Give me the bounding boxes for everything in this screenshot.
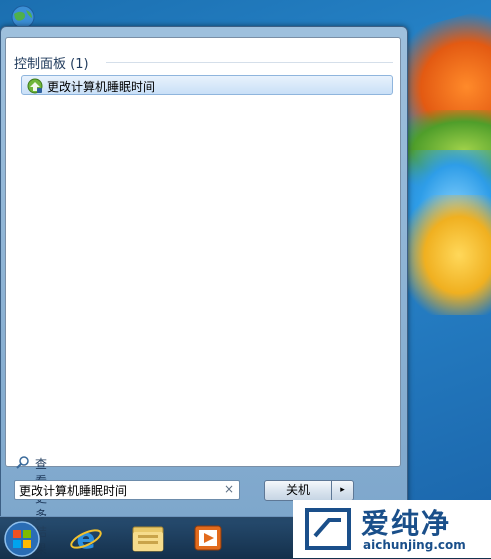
brand-logo-icon <box>305 508 351 550</box>
svg-text:e: e <box>77 522 96 555</box>
search-results-pane: 控制面板 (1) 更改计算机睡眠时间 查看更多结果 <box>5 37 401 556</box>
clear-search-icon[interactable]: × <box>224 482 234 496</box>
shutdown-options-button[interactable]: ▸ <box>332 480 354 501</box>
brand-name: 爱纯净 <box>361 507 452 540</box>
start-menu: 控制面板 (1) 更改计算机睡眠时间 查看更多结果 × 关机 ▸ <box>0 26 408 556</box>
control-panel-group-header[interactable]: 控制面板 (1) <box>14 53 89 72</box>
brand-url: aichunjing.com <box>363 538 466 552</box>
shutdown-button[interactable]: 关机 <box>264 480 332 501</box>
file-explorer-icon[interactable] <box>130 521 166 555</box>
result-item-change-sleep-time[interactable]: 更改计算机睡眠时间 <box>21 75 393 95</box>
result-item-label: 更改计算机睡眠时间 <box>47 80 156 94</box>
start-search-box[interactable]: × <box>14 480 240 500</box>
wallpaper-yellow-pane <box>405 195 491 315</box>
watermark-logo: 爱纯净 aichunjing.com <box>293 500 491 558</box>
power-options-icon <box>27 78 43 94</box>
search-icon <box>16 456 29 469</box>
internet-explorer-icon[interactable]: e <box>68 521 104 555</box>
start-orb-icon[interactable] <box>2 519 42 559</box>
group-divider <box>106 62 393 63</box>
search-input[interactable] <box>19 482 215 498</box>
media-player-icon[interactable] <box>190 521 226 555</box>
